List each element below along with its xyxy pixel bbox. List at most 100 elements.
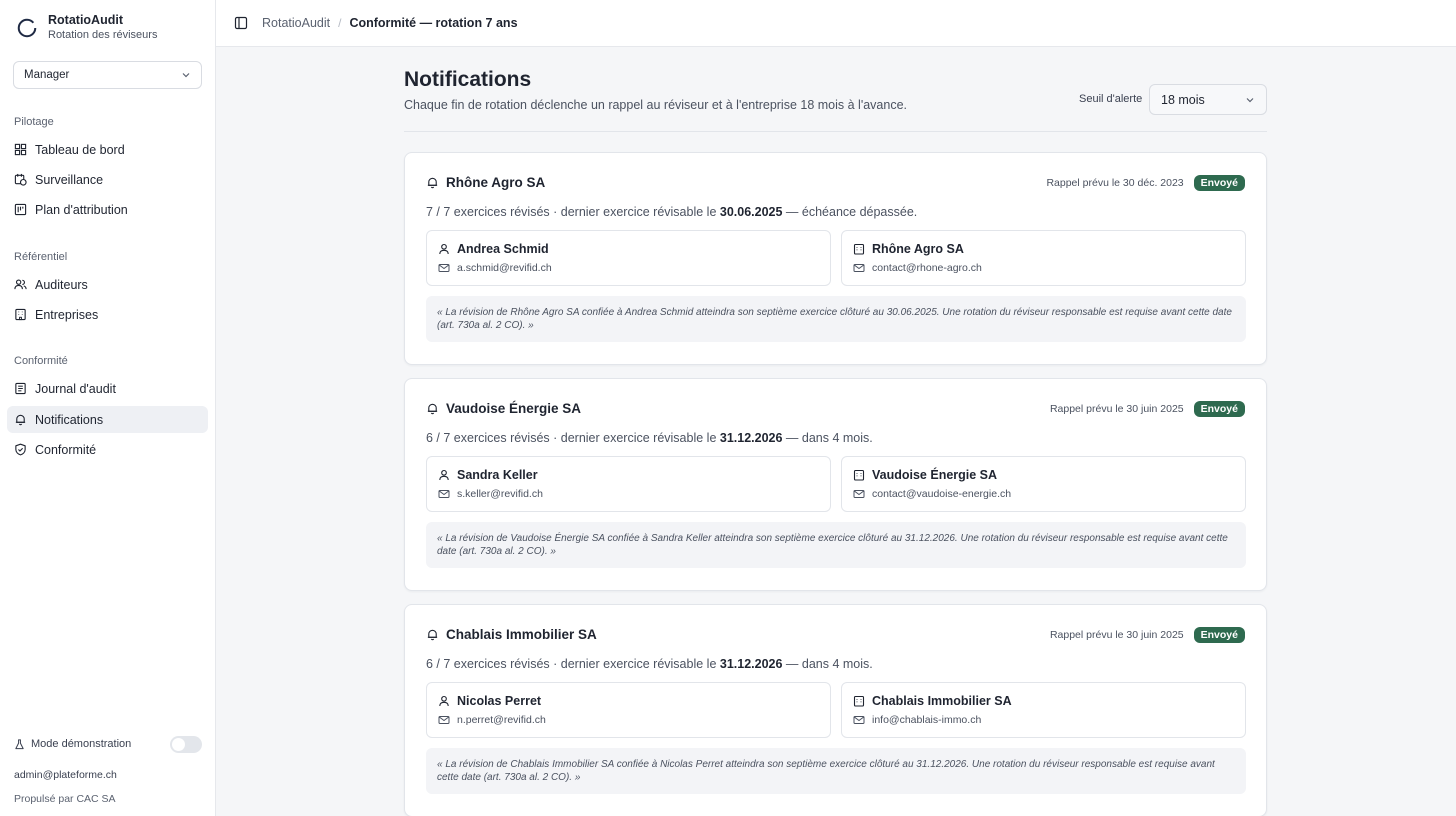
- card-header: Vaudoise Énergie SA: [426, 401, 581, 416]
- sidebar-item-label: Conformité: [35, 442, 97, 457]
- desc-date: 30.06.2025: [719, 205, 783, 219]
- reminder-date: Rappel prévu le 30 juin 2025: [1049, 629, 1184, 641]
- breadcrumb-current: Conformité — rotation 7 ans: [349, 16, 518, 30]
- card-header: Chablais Immobilier SA: [426, 627, 597, 642]
- auditor-email[interactable]: a.schmid@revifid.ch: [457, 262, 552, 274]
- chevron-down-icon: [182, 73, 190, 78]
- desc-suffix: — dans 4 mois.: [782, 431, 873, 445]
- company-email[interactable]: contact@vaudoise-energie.ch: [872, 488, 1011, 500]
- sidebar-item-auditeurs[interactable]: Auditeurs: [7, 271, 208, 298]
- nav-group-referentiel: Référentiel: [14, 251, 68, 263]
- desc-prefix: 6 / 7 exercices révisés · dernier exerci…: [426, 431, 720, 445]
- role-select[interactable]: Manager: [13, 61, 202, 89]
- notification-message: « La révision de Chablais Immobilier SA …: [426, 748, 1246, 794]
- status-badge: Envoyé: [1193, 401, 1245, 417]
- company-contact: Chablais Immobilier SA info@chablais-imm…: [841, 682, 1246, 738]
- sidebar-item-entreprises[interactable]: Entreprises: [7, 301, 208, 328]
- powered-by: Propulsé par CAC SA: [14, 793, 116, 805]
- auditor-email[interactable]: n.perret@revifid.ch: [457, 714, 546, 726]
- plan-icon: [14, 203, 27, 216]
- demo-mode-label-wrap: Mode démonstration: [14, 738, 131, 750]
- auditor-email[interactable]: s.keller@revifid.ch: [457, 488, 543, 500]
- company-name: Vaudoise Énergie SA: [872, 468, 998, 482]
- bell-icon: [15, 414, 26, 426]
- sidebar-item-notifications[interactable]: Notifications: [7, 406, 208, 433]
- demo-mode-toggle[interactable]: [170, 735, 202, 753]
- sidebar: RotatioAudit Rotation des réviseurs Mana…: [0, 0, 216, 816]
- threshold-select[interactable]: 18 mois: [1149, 84, 1267, 115]
- log-icon: [15, 382, 26, 395]
- desc-prefix: 7 / 7 exercices révisés · dernier exerci…: [426, 205, 720, 219]
- role-select-value: Manager: [24, 69, 70, 81]
- sidebar-item-tableau-de-bord[interactable]: Tableau de bord: [7, 136, 208, 163]
- sidebar-item-label: Tableau de bord: [35, 142, 125, 157]
- company-email[interactable]: contact@rhone-agro.ch: [872, 262, 982, 274]
- company-contact: Rhône Agro SA contact@rhone-agro.ch: [841, 230, 1246, 286]
- desc-date: 31.12.2026: [719, 431, 783, 445]
- notification-card: Vaudoise Énergie SA Rappel prévu le 30 j…: [404, 378, 1267, 591]
- sidebar-item-label: Auditeurs: [35, 277, 88, 292]
- building-icon: [853, 469, 865, 481]
- brand[interactable]: RotatioAudit Rotation des réviseurs: [16, 13, 157, 42]
- company-contact: Vaudoise Énergie SA contact@vaudoise-ene…: [841, 456, 1246, 512]
- mail-icon: [438, 716, 450, 724]
- sidebar-toggle-icon[interactable]: [234, 16, 248, 30]
- notification-message: « La révision de Rhône Agro SA confiée à…: [426, 296, 1246, 342]
- notification-card: Chablais Immobilier SA Rappel prévu le 3…: [404, 604, 1267, 816]
- desc-prefix: 6 / 7 exercices révisés · dernier exerci…: [426, 657, 720, 671]
- reminder-date: Rappel prévu le 30 juin 2025: [1049, 403, 1184, 415]
- bell-icon: [427, 177, 438, 189]
- sidebar-item-label: Entreprises: [35, 307, 99, 322]
- user-icon: [439, 243, 449, 255]
- card-meta: Rappel prévu le 30 déc. 2023 Envoyé: [1046, 175, 1245, 191]
- card-meta: Rappel prévu le 30 juin 2025 Envoyé: [1050, 627, 1245, 643]
- mail-icon: [438, 264, 450, 272]
- sidebar-item-label: Plan d'attribution: [35, 202, 128, 217]
- card-company-title: Vaudoise Énergie SA: [446, 401, 582, 416]
- sidebar-item-surveillance[interactable]: Surveillance: [7, 166, 208, 193]
- nav-group-pilotage: Pilotage: [14, 116, 54, 128]
- sidebar-item-label: Surveillance: [35, 172, 104, 187]
- mail-icon: [438, 490, 450, 498]
- page-title: Notifications: [404, 68, 532, 91]
- mail-icon: [853, 490, 865, 498]
- sidebar-item-conformite[interactable]: Conformité: [7, 436, 208, 463]
- desc-suffix: — dans 4 mois.: [782, 657, 873, 671]
- user-icon: [439, 469, 449, 481]
- users-icon: [14, 279, 27, 290]
- status-badge: Envoyé: [1193, 627, 1245, 643]
- desc-date: 31.12.2026: [719, 657, 783, 671]
- card-company-title: Chablais Immobilier SA: [446, 627, 597, 642]
- nav-group-conformite: Conformité: [14, 355, 68, 367]
- company-email[interactable]: info@chablais-immo.ch: [872, 714, 981, 726]
- card-header: Rhône Agro SA: [426, 175, 545, 190]
- card-description: 7 / 7 exercices révisés · dernier exerci…: [426, 205, 917, 219]
- clock-calendar-icon: [14, 173, 27, 186]
- mail-icon: [853, 716, 865, 724]
- breadcrumb-root[interactable]: RotatioAudit: [262, 16, 330, 30]
- app-subtitle: Rotation des réviseurs: [48, 29, 158, 41]
- auditor-name: Nicolas Perret: [457, 694, 542, 708]
- auditor-contact: Andrea Schmid a.schmid@revifid.ch: [426, 230, 831, 286]
- notification-card: Rhône Agro SA Rappel prévu le 30 déc. 20…: [404, 152, 1267, 365]
- company-name: Chablais Immobilier SA: [872, 694, 1012, 708]
- auditor-contact: Sandra Keller s.keller@revifid.ch: [426, 456, 831, 512]
- sidebar-item-journal-audit[interactable]: Journal d'audit: [7, 375, 208, 402]
- threshold-label: Seuil d'alerte: [1079, 93, 1143, 105]
- header-divider: [404, 131, 1267, 132]
- bell-icon: [427, 629, 438, 641]
- demo-mode-label: Mode démonstration: [31, 738, 132, 750]
- card-description: 6 / 7 exercices révisés · dernier exerci…: [426, 657, 873, 671]
- logo-ring-icon: [17, 18, 37, 38]
- user-icon: [439, 695, 449, 707]
- mail-icon: [853, 264, 865, 272]
- flask-icon: [15, 738, 24, 749]
- sidebar-item-label: Journal d'audit: [35, 381, 116, 396]
- sidebar-item-plan-attribution[interactable]: Plan d'attribution: [7, 196, 208, 223]
- threshold-select-value: 18 mois: [1161, 92, 1205, 107]
- sidebar-item-label: Notifications: [35, 412, 104, 427]
- reminder-date: Rappel prévu le 30 déc. 2023: [1046, 177, 1184, 189]
- breadcrumb-separator: /: [338, 16, 342, 30]
- user-email: admin@plateforme.ch: [14, 769, 117, 781]
- card-company-title: Rhône Agro SA: [446, 175, 546, 190]
